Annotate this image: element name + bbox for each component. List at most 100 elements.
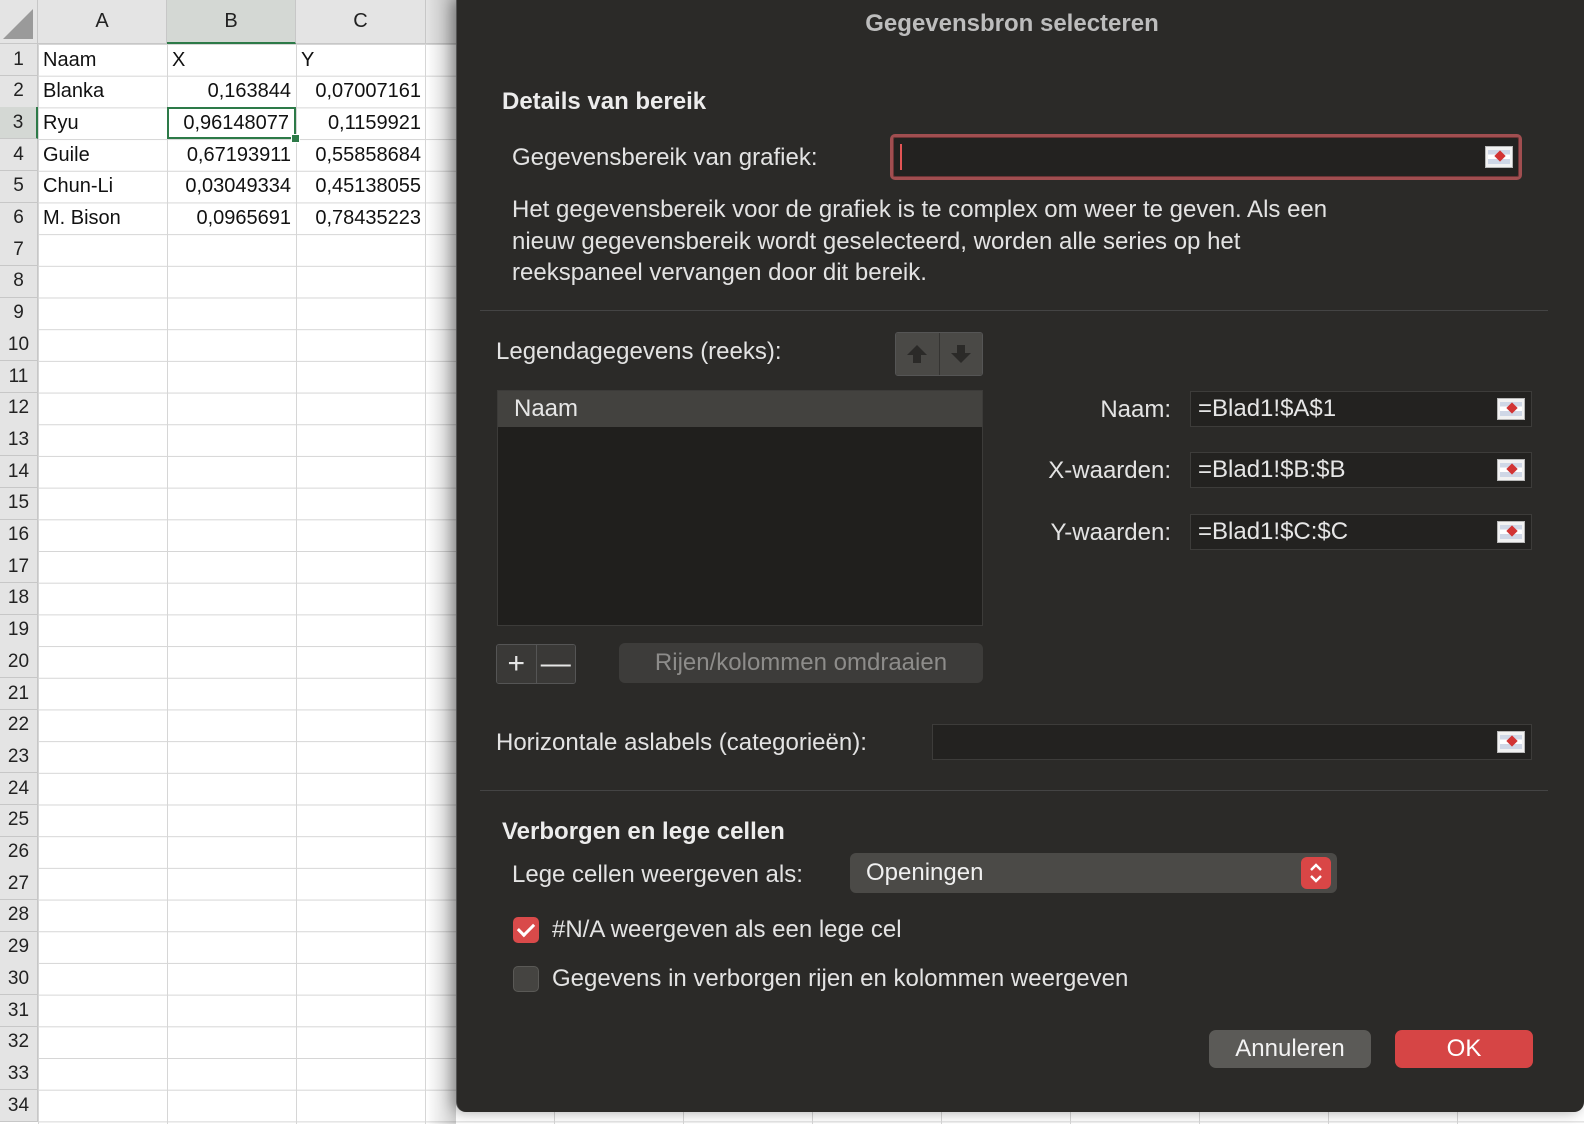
switch-row-column-button[interactable]: Rijen/kolommen omdraaien: [619, 643, 983, 683]
dialog-title: Gegevensbron selecteren: [865, 10, 1159, 37]
cell-c1[interactable]: Y: [296, 44, 426, 76]
row-header[interactable]: 26: [0, 836, 38, 869]
na-as-empty-label[interactable]: #N/A weergeven als een lege cel: [552, 916, 902, 944]
text-caret: [900, 144, 902, 170]
column-header-a[interactable]: A: [38, 0, 167, 44]
cell-b6[interactable]: 0,0965691: [167, 203, 296, 235]
arrow-up-icon: [907, 345, 928, 363]
add-remove-series-buttons: + —: [496, 644, 576, 684]
series-name-value: =Blad1!$A$1: [1198, 395, 1337, 422]
row-header[interactable]: 23: [0, 741, 38, 774]
row-header[interactable]: 28: [0, 899, 38, 932]
row-header[interactable]: 18: [0, 582, 38, 615]
cell-b1[interactable]: X: [167, 44, 296, 76]
row-header[interactable]: 11: [0, 361, 38, 393]
row-header[interactable]: 24: [0, 773, 38, 806]
row-header[interactable]: 19: [0, 614, 38, 647]
series-name-input[interactable]: =Blad1!$A$1: [1190, 391, 1532, 427]
row-header[interactable]: 6: [0, 202, 38, 235]
dialog-shadow: [426, 0, 456, 1124]
empty-cells-select[interactable]: Openingen: [850, 853, 1337, 893]
row-header[interactable]: 20: [0, 646, 38, 679]
cell-a6[interactable]: M. Bison: [38, 203, 167, 235]
row-header[interactable]: 17: [0, 551, 38, 584]
axis-labels-input[interactable]: [932, 724, 1532, 760]
y-values-input[interactable]: =Blad1!$C:$C: [1190, 514, 1532, 550]
y-values-label: Y-waarden:: [1050, 519, 1171, 546]
range-details-heading: Details van bereik: [502, 88, 707, 115]
row-header[interactable]: 34: [0, 1090, 38, 1123]
row-header[interactable]: 21: [0, 678, 38, 710]
row-header[interactable]: 4: [0, 139, 38, 172]
cell-a5[interactable]: Chun-Li: [38, 171, 167, 203]
cell-b2[interactable]: 0,163844: [167, 76, 296, 108]
row-header[interactable]: 5: [0, 170, 38, 203]
ok-button[interactable]: OK: [1395, 1030, 1533, 1068]
row-header[interactable]: 14: [0, 456, 38, 489]
row-header[interactable]: 29: [0, 931, 38, 964]
x-values-label: X-waarden:: [1048, 457, 1171, 484]
chart-range-label: Gegevensbereik van grafiek:: [512, 144, 818, 171]
series-order-buttons: [895, 332, 983, 376]
row-header[interactable]: 1: [0, 44, 38, 76]
row-header[interactable]: 31: [0, 995, 38, 1027]
remove-series-button[interactable]: —: [535, 645, 575, 683]
row-header[interactable]: 27: [0, 868, 38, 901]
range-picker-icon[interactable]: [1497, 731, 1525, 753]
row-header[interactable]: 10: [0, 329, 38, 362]
row-header[interactable]: 8: [0, 265, 38, 298]
row-header[interactable]: 15: [0, 487, 38, 520]
axis-labels-label: Horizontale aslabels (categorieën):: [496, 729, 867, 756]
cell-a2[interactable]: Blanka: [38, 76, 167, 108]
row-header[interactable]: 3: [0, 107, 38, 140]
column-header-b[interactable]: B: [167, 0, 296, 44]
cell-c6[interactable]: 0,78435223: [296, 203, 426, 235]
show-hidden-data-label[interactable]: Gegevens in verborgen rijen en kolommen …: [552, 965, 1128, 993]
cancel-button[interactable]: Annuleren: [1209, 1030, 1371, 1068]
cell-a1[interactable]: Naam: [38, 44, 167, 76]
divider-1: [480, 310, 1548, 311]
empty-cells-label: Lege cellen weergeven als:: [512, 861, 803, 888]
row-header[interactable]: 22: [0, 709, 38, 742]
empty-cells-selected-value: Openingen: [866, 859, 984, 886]
select-all-corner[interactable]: [0, 0, 38, 44]
cell-b3[interactable]: 0,96148077: [167, 107, 296, 140]
chart-range-input[interactable]: [890, 134, 1522, 180]
column-header-c[interactable]: C: [296, 0, 426, 44]
row-header[interactable]: 32: [0, 1026, 38, 1059]
cell-c2[interactable]: 0,07007161: [296, 76, 426, 108]
series-list[interactable]: Naam: [497, 390, 983, 626]
row-header[interactable]: 16: [0, 519, 38, 552]
x-values-input[interactable]: =Blad1!$B:$B: [1190, 452, 1532, 488]
cell-c5[interactable]: 0,45138055: [296, 171, 426, 203]
row-header[interactable]: 30: [0, 963, 38, 996]
move-down-button[interactable]: [938, 333, 982, 375]
range-picker-icon[interactable]: [1485, 146, 1513, 168]
add-series-button[interactable]: +: [497, 645, 536, 683]
move-up-button[interactable]: [896, 333, 939, 375]
cell-c3[interactable]: 0,1159921: [296, 107, 426, 139]
cell-b4[interactable]: 0,67193911: [167, 139, 296, 171]
range-picker-icon[interactable]: [1497, 459, 1525, 481]
y-values-value: =Blad1!$C:$C: [1198, 518, 1349, 545]
x-values-value: =Blad1!$B:$B: [1198, 456, 1346, 483]
cell-c4[interactable]: 0,55858684: [296, 139, 426, 171]
cell-a4[interactable]: Guile: [38, 139, 167, 171]
row-header[interactable]: 12: [0, 392, 38, 425]
series-list-item[interactable]: Naam: [498, 391, 982, 427]
row-header[interactable]: 33: [0, 1058, 38, 1091]
row-header[interactable]: 25: [0, 804, 38, 837]
row-header[interactable]: 13: [0, 424, 38, 457]
show-hidden-data-checkbox[interactable]: [513, 966, 539, 992]
row-header[interactable]: 2: [0, 75, 38, 108]
row-header[interactable]: 7: [0, 234, 38, 267]
row-header[interactable]: 9: [0, 297, 38, 330]
range-picker-icon[interactable]: [1497, 398, 1525, 420]
cell-b5[interactable]: 0,03049334: [167, 171, 296, 203]
arrow-down-icon: [950, 345, 971, 363]
range-picker-icon[interactable]: [1497, 521, 1525, 543]
cell-a3[interactable]: Ryu: [38, 107, 167, 139]
legend-entries-label: Legendagegevens (reeks):: [496, 338, 782, 365]
chevron-up-down-icon: [1301, 857, 1331, 889]
na-as-empty-checkbox[interactable]: [513, 917, 539, 943]
